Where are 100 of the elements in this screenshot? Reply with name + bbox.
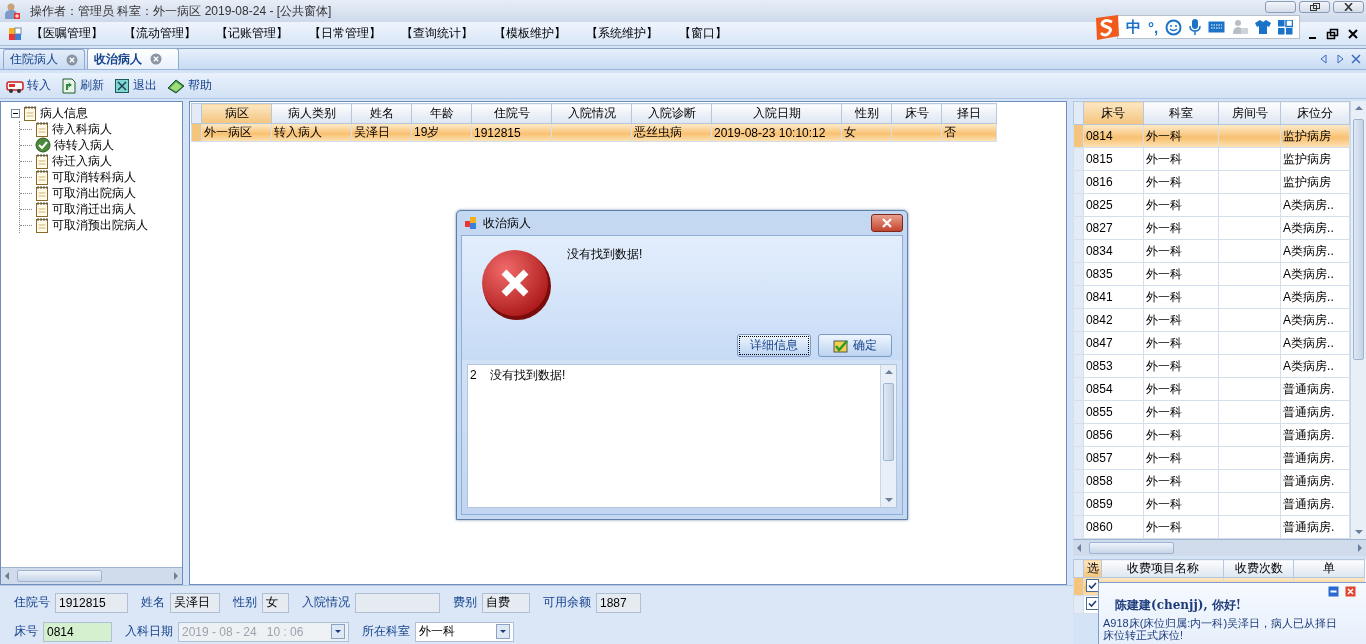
menu-item[interactable]: 【医嘱管理】 (31, 23, 124, 44)
detail-box[interactable]: 2 没有找到数据! (467, 364, 897, 508)
tree-item[interactable]: 病人信息 (40, 104, 88, 122)
column-header[interactable]: 入院情况 (551, 103, 632, 124)
table-row[interactable]: 0860 外一科 普通病房. (1073, 515, 1350, 539)
table-row[interactable]: 0858 外一科 普通病房. (1073, 469, 1350, 493)
checkbox[interactable] (1086, 578, 1099, 592)
scroll-left-icon[interactable] (1318, 53, 1330, 65)
column-header[interactable]: 房间号 (1218, 101, 1281, 125)
column-header[interactable]: 单 (1293, 559, 1365, 578)
tree-item[interactable]: 可取消出院病人 (52, 184, 136, 202)
scroll-up-icon[interactable] (1354, 105, 1365, 111)
tab[interactable]: 收治病人 (87, 48, 179, 69)
toolbar-button[interactable]: 刷新 (59, 76, 106, 95)
table-row[interactable]: 0842 外一科 A类病房.. (1073, 308, 1350, 332)
table-cell: 0835 (1083, 262, 1144, 286)
text-field[interactable]: 1912815 (55, 592, 128, 613)
scroll-down-icon[interactable] (1354, 529, 1365, 535)
restore-icon[interactable] (1326, 26, 1340, 41)
field-label: 住院号 (14, 594, 50, 611)
squares-icon[interactable] (8, 26, 22, 41)
column-header[interactable]: 床号 (891, 103, 942, 124)
text-field[interactable]: 0814 (43, 621, 112, 642)
details-button[interactable]: 详细信息 (737, 334, 811, 357)
close-button[interactable] (871, 214, 903, 232)
table-cell: 0847 (1083, 331, 1144, 355)
tree-item[interactable]: 可取消预出院病人 (52, 216, 148, 234)
table-row[interactable]: 0856 外一科 普通病房. (1073, 423, 1350, 447)
menu-item[interactable]: 【查询统计】 (401, 23, 494, 44)
restore-button[interactable] (1299, 1, 1330, 13)
table-row[interactable]: 0854 外一科 普通病房. (1073, 377, 1350, 401)
menu-item[interactable]: 【日常管理】 (308, 23, 401, 44)
table-row[interactable]: 0847 外一科 A类病房.. (1073, 331, 1350, 355)
checkbox[interactable] (1086, 596, 1099, 610)
column-header[interactable]: 病人类别 (271, 103, 352, 124)
tree-item[interactable]: 待转入病人 (54, 136, 114, 154)
text-field[interactable]: 女 (262, 592, 289, 613)
table-row[interactable]: 0814 外一科 监护病房 (1073, 124, 1350, 148)
collapse-icon[interactable] (11, 108, 20, 118)
tree-item[interactable]: 待入科病人 (52, 120, 112, 138)
close-button[interactable] (1333, 1, 1364, 13)
scroll-right-icon[interactable] (173, 571, 179, 581)
toolbar-button[interactable]: 退出 (112, 76, 159, 95)
column-header[interactable]: 入院日期 (711, 103, 842, 124)
scroll-left-icon[interactable] (1076, 543, 1082, 553)
column-header[interactable]: 入院诊断 (631, 103, 712, 124)
table-cell: 外一科 (1143, 331, 1219, 355)
text-field[interactable] (355, 592, 440, 613)
column-header[interactable]: 择日 (941, 103, 997, 124)
vertical-scrollbar[interactable] (1350, 101, 1366, 539)
column-header[interactable]: 性别 (841, 103, 892, 124)
column-header[interactable]: 住院号 (471, 103, 552, 124)
menu-item[interactable]: 【记账管理】 (216, 23, 309, 44)
scroll-left-icon[interactable] (4, 571, 10, 581)
menu-item[interactable]: 【窗口】 (678, 23, 771, 44)
table-row[interactable]: 0815 外一科 监护病房 (1073, 147, 1350, 171)
column-header[interactable]: 收费项目名称 (1101, 559, 1224, 578)
tab[interactable]: 住院病人 (3, 49, 85, 69)
text-field[interactable]: 1887 (596, 592, 641, 613)
toolbar-button[interactable]: 转入 (4, 76, 53, 95)
scroll-right-icon[interactable] (1357, 543, 1363, 553)
menu-item[interactable]: 【系统维护】 (586, 23, 679, 44)
tree-item[interactable]: 待迁入病人 (52, 152, 112, 170)
column-header[interactable]: 病区 (201, 103, 272, 124)
column-header[interactable]: 收费次数 (1223, 559, 1294, 578)
table-row[interactable]: 0853 外一科 A类病房.. (1073, 354, 1350, 378)
text-field[interactable]: 自费 (482, 592, 530, 613)
table-row[interactable]: 0835 外一科 A类病房.. (1073, 262, 1350, 286)
scroll-right-icon[interactable] (1334, 53, 1346, 65)
scroll-down-icon[interactable] (884, 497, 894, 503)
column-header[interactable]: 姓名 (351, 103, 412, 124)
table-row[interactable]: 0855 外一科 普通病房. (1073, 400, 1350, 424)
horizontal-scrollbar[interactable] (1, 567, 182, 584)
error-icon (480, 248, 552, 323)
table-row[interactable]: 0857 外一科 普通病房. (1073, 446, 1350, 470)
horizontal-scrollbar[interactable] (1073, 539, 1366, 556)
table-row[interactable]: 外一病区 转入病人 吴泽日 19岁 1912815 恶丝虫病 2019-08-23 10:10:12 女 否 (191, 123, 997, 142)
table-row[interactable]: 0827 外一科 A类病房.. (1073, 216, 1350, 240)
tree-item[interactable]: 可取消转科病人 (52, 168, 136, 186)
close-icon[interactable] (1346, 26, 1360, 41)
menu-item[interactable]: 【模板维护】 (493, 23, 586, 44)
toolbar-button[interactable]: 帮助 (165, 76, 214, 95)
table-cell: 外一科 (1143, 262, 1219, 286)
table-row[interactable]: 0816 外一科 监护病房 (1073, 170, 1350, 194)
table-row[interactable]: 0825 外一科 A类病房.. (1073, 193, 1350, 217)
dropdown-field[interactable]: 外一科 (415, 621, 514, 642)
vertical-scrollbar[interactable] (880, 365, 896, 507)
column-header[interactable]: 床位分 (1280, 101, 1350, 125)
tree-item[interactable]: 可取消迁出病人 (52, 200, 136, 218)
ok-button[interactable]: 确定 (818, 334, 892, 357)
table-cell: 外一科 (1143, 446, 1219, 470)
scroll-up-icon[interactable] (884, 369, 894, 375)
column-header[interactable]: 科室 (1143, 101, 1219, 125)
menu-item[interactable]: 【流动管理】 (123, 23, 216, 44)
column-header[interactable]: 年龄 (411, 103, 472, 124)
text-field[interactable]: 吴泽日 (170, 592, 220, 613)
table-row[interactable]: 0859 外一科 普通病房. (1073, 492, 1350, 516)
column-header[interactable]: 床号 (1083, 101, 1144, 125)
table-row[interactable]: 0834 外一科 A类病房.. (1073, 239, 1350, 263)
table-row[interactable]: 0841 外一科 A类病房.. (1073, 285, 1350, 309)
